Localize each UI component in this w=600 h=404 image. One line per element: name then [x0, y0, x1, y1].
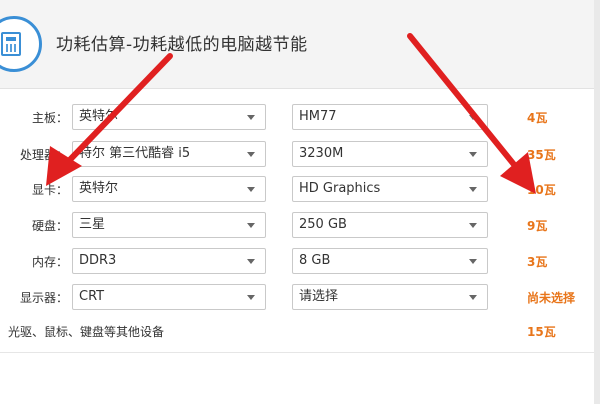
- chevron-down-icon: [469, 115, 477, 120]
- chevron-down-icon: [469, 152, 477, 157]
- window-border: [594, 0, 600, 404]
- chevron-down-icon: [469, 259, 477, 264]
- chevron-down-icon: [469, 223, 477, 228]
- chevron-down-icon: [247, 115, 255, 120]
- model-select[interactable]: 3230M: [292, 141, 488, 167]
- select-value: CRT: [79, 289, 105, 304]
- chevron-down-icon: [469, 187, 477, 192]
- select-value: 请选择: [299, 289, 339, 304]
- select-value: HM77: [299, 109, 337, 124]
- model-select[interactable]: 请选择: [292, 284, 488, 310]
- header-bar: 功耗估算-功耗越低的电脑越节能: [0, 0, 600, 89]
- select-value: 特尔 第三代酷睿 i5: [79, 146, 191, 161]
- select-value: 英特尔: [79, 109, 119, 124]
- other-devices-label: 光驱、鼠标、键盘等其他设备: [8, 325, 165, 339]
- chevron-down-icon: [469, 295, 477, 300]
- watt-value: 10瓦: [527, 183, 556, 197]
- select-value: 三星: [79, 217, 106, 232]
- watt-value: 9瓦: [527, 219, 548, 233]
- watt-value: 35瓦: [527, 148, 556, 162]
- row-label: 显卡：: [31, 183, 68, 197]
- brand-select[interactable]: 英特尔: [72, 176, 266, 202]
- row-motherboard: 主板： 英特尔 HM77 4瓦: [0, 104, 600, 132]
- model-select[interactable]: 8 GB: [292, 248, 488, 274]
- select-value: 250 GB: [299, 217, 347, 232]
- row-gpu: 显卡： 英特尔 HD Graphics 10瓦: [0, 176, 600, 204]
- model-select[interactable]: HM77: [292, 104, 488, 130]
- chevron-down-icon: [247, 187, 255, 192]
- select-value: DDR3: [79, 253, 117, 268]
- row-label: 显示器：: [19, 291, 68, 305]
- chevron-down-icon: [247, 259, 255, 264]
- select-value: HD Graphics: [299, 181, 381, 196]
- brand-select[interactable]: 英特尔: [72, 104, 266, 130]
- watt-value: 15瓦: [527, 325, 556, 339]
- page-title: 功耗估算-功耗越低的电脑越节能: [56, 35, 308, 55]
- brand-select[interactable]: DDR3: [72, 248, 266, 274]
- watt-value: 尚未选择: [527, 291, 576, 305]
- model-select[interactable]: HD Graphics: [292, 176, 488, 202]
- row-label: 主板：: [31, 111, 68, 125]
- row-other-devices: 光驱、鼠标、键盘等其他设备 15瓦: [0, 318, 600, 346]
- select-value: 3230M: [299, 146, 344, 161]
- chevron-down-icon: [247, 223, 255, 228]
- divider: [0, 352, 600, 353]
- watt-value: 4瓦: [527, 111, 548, 125]
- model-select[interactable]: 250 GB: [292, 212, 488, 238]
- watt-value: 3瓦: [527, 255, 548, 269]
- row-cpu: 处理器： 特尔 第三代酷睿 i5 3230M 35瓦: [0, 141, 600, 169]
- select-value: 8 GB: [299, 253, 331, 268]
- row-monitor: 显示器： CRT 请选择 尚未选择: [0, 284, 600, 312]
- brand-select[interactable]: 特尔 第三代酷睿 i5: [72, 141, 266, 167]
- chevron-down-icon: [247, 295, 255, 300]
- calculator-icon: [0, 16, 42, 72]
- row-label: 处理器：: [19, 148, 68, 162]
- row-label: 硬盘：: [31, 219, 68, 233]
- row-label: 内存：: [31, 255, 68, 269]
- chevron-down-icon: [247, 152, 255, 157]
- select-value: 英特尔: [79, 181, 119, 196]
- brand-select[interactable]: 三星: [72, 212, 266, 238]
- row-memory: 内存： DDR3 8 GB 3瓦: [0, 248, 600, 276]
- row-disk: 硬盘： 三星 250 GB 9瓦: [0, 212, 600, 240]
- brand-select[interactable]: CRT: [72, 284, 266, 310]
